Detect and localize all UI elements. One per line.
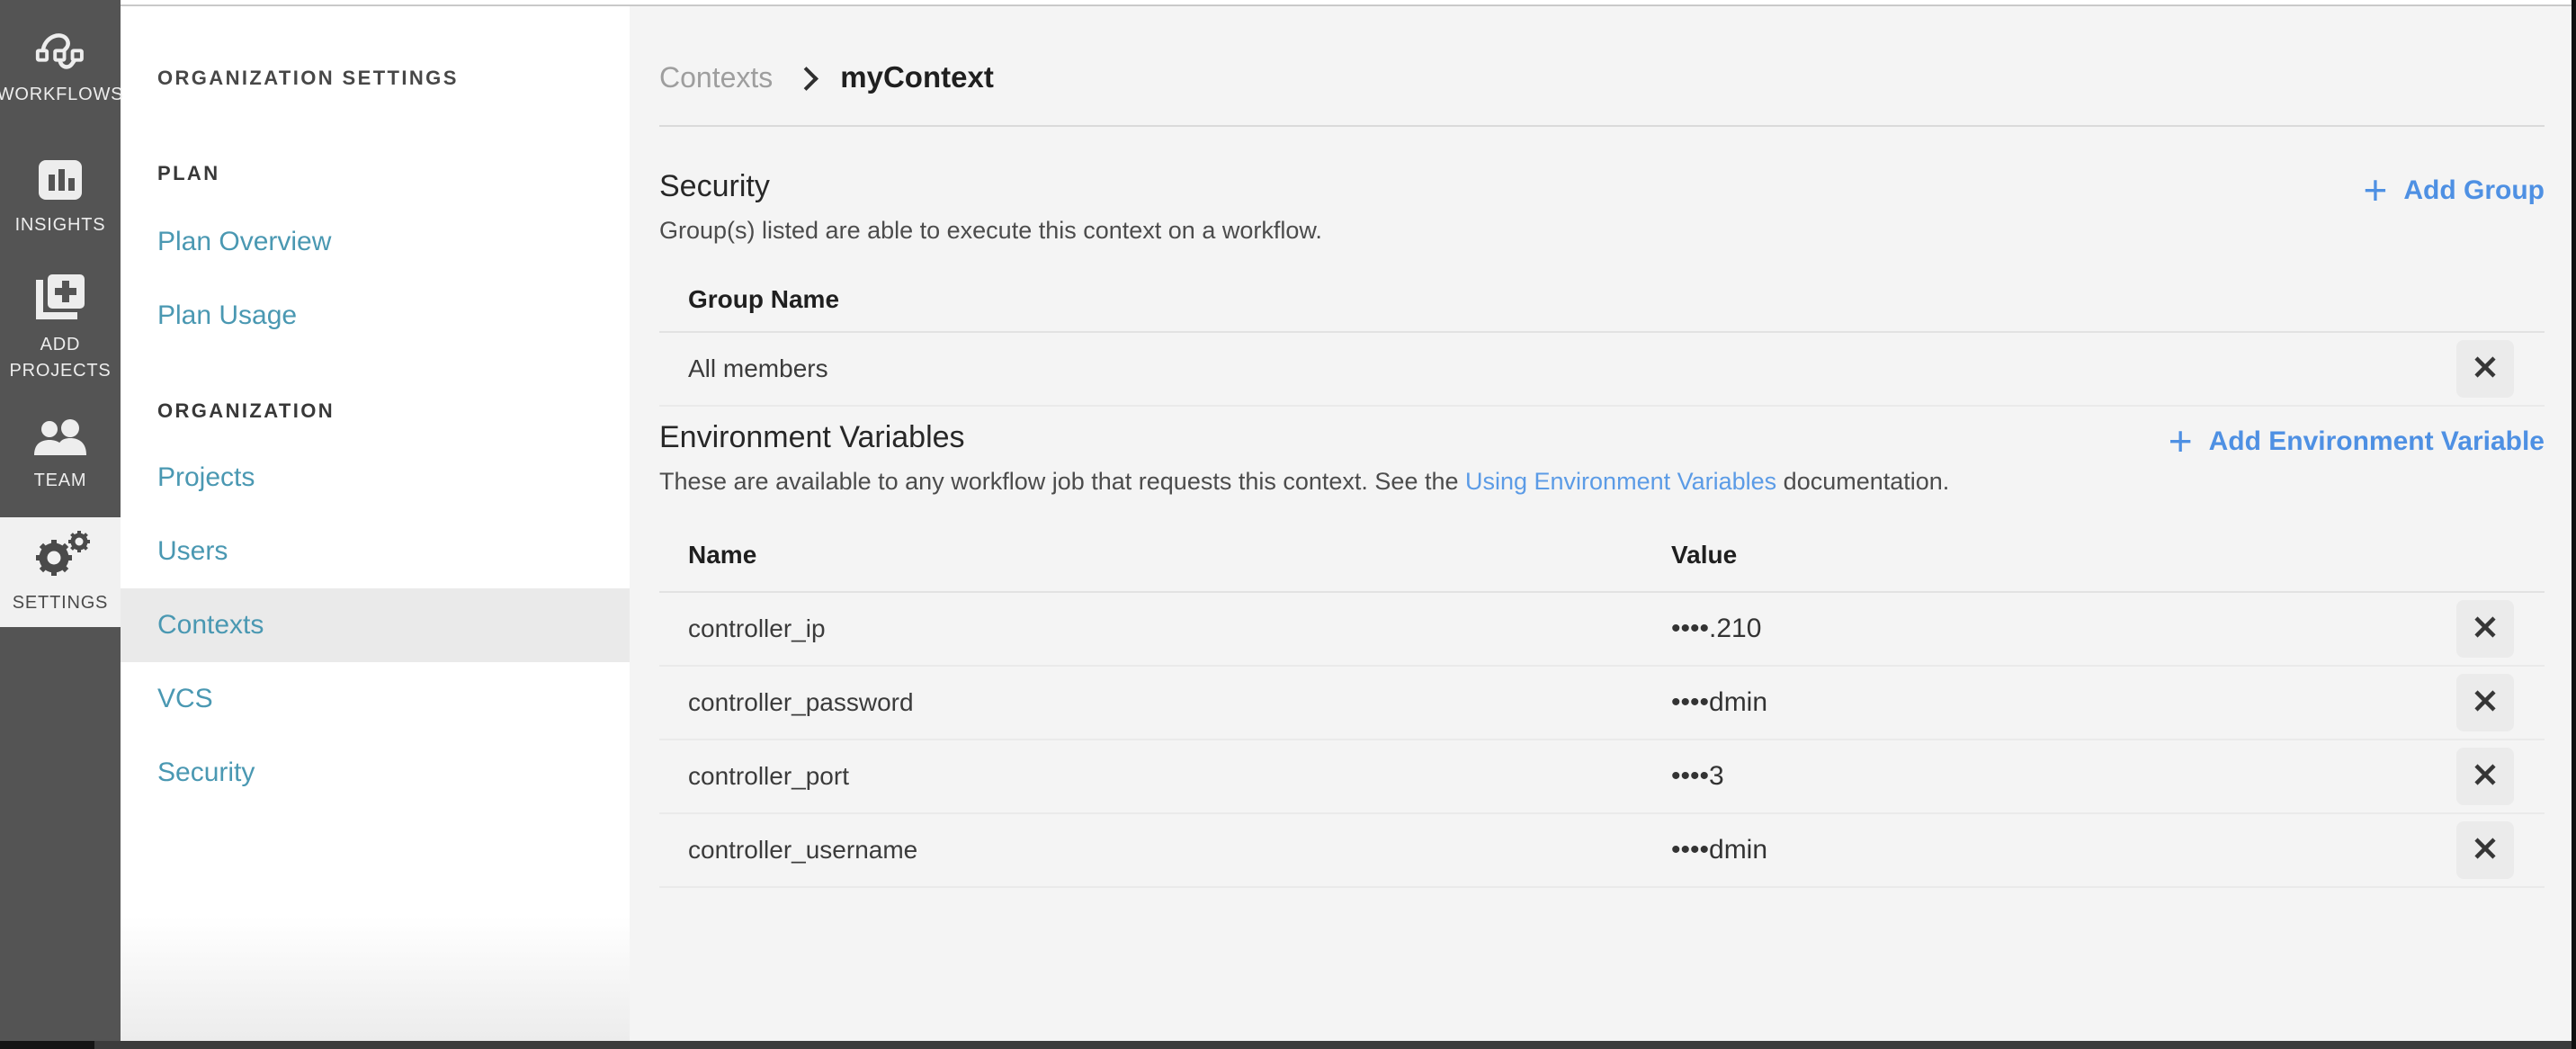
sidebar-item-label: SETTINGS — [12, 592, 109, 613]
env-table-header: Name Value — [659, 519, 2545, 593]
window-bottom-edge — [0, 1041, 2576, 1049]
env-var-row: controller_username ••••dmin — [659, 814, 2545, 888]
env-section-header: Environment Variables These are availabl… — [659, 419, 2545, 496]
close-icon — [2473, 762, 2498, 790]
sidebar-item-label: ADD PROJECTS — [9, 335, 112, 381]
sidebar-item-label: WORKFLOWS — [0, 84, 124, 104]
env-description-prefix: These are available to any workflow job … — [659, 467, 1465, 495]
nav-link-plan-usage[interactable]: Plan Usage — [121, 279, 630, 353]
env-var-name: controller_username — [688, 835, 918, 864]
env-var-name: controller_port — [688, 761, 849, 790]
group-name-header: Group Name — [688, 284, 840, 313]
sidebar-item-settings[interactable]: SETTINGS — [0, 517, 121, 627]
sidebar-item-add-projects[interactable]: ADD PROJECTS — [0, 261, 121, 396]
sidebar-item-label: TEAM — [33, 471, 87, 490]
app-icon-sidebar: WORKFLOWS INSIGHTS ADD PROJECTS TEAM SET… — [0, 0, 124, 1041]
insights-icon — [37, 158, 84, 202]
nav-link-users[interactable]: Users — [121, 515, 630, 588]
breadcrumb: Contexts myContext — [659, 60, 2545, 94]
settings-icon — [29, 529, 92, 579]
using-env-vars-link[interactable]: Using Environment Variables — [1465, 468, 1776, 495]
window-bottom-edge-dark — [0, 1041, 94, 1049]
breadcrumb-divider — [659, 125, 2545, 127]
add-group-label: Add Group — [2403, 175, 2545, 205]
sidebar-item-team[interactable]: TEAM — [0, 396, 121, 517]
add-env-var-button[interactable]: + Add Environment Variable — [2169, 419, 2545, 462]
env-var-value: ••••.210 — [1671, 613, 1762, 643]
nav-link-projects[interactable]: Projects — [121, 441, 630, 515]
nav-section-organization: ORGANIZATION — [157, 399, 335, 422]
group-name-cell: All members — [688, 354, 828, 382]
env-var-row: controller_ip ••••.210 — [659, 593, 2545, 667]
env-vars-table: Name Value controller_ip ••••.210 contro… — [659, 519, 2545, 888]
env-heading-block: Environment Variables These are availabl… — [659, 419, 1949, 496]
nav-link-vcs[interactable]: VCS — [121, 662, 630, 736]
close-icon — [2473, 836, 2498, 864]
env-description-suffix: documentation. — [1776, 467, 1950, 495]
env-var-value: ••••dmin — [1671, 834, 1768, 865]
env-description: These are available to any workflow job … — [659, 468, 1949, 496]
value-column-header: Value — [1671, 540, 1738, 569]
name-column-header: Name — [688, 540, 757, 569]
env-title: Environment Variables — [659, 419, 965, 454]
remove-env-var-button[interactable] — [2456, 599, 2514, 658]
nav-link-contexts[interactable]: Contexts — [121, 588, 630, 662]
security-description: Group(s) listed are able to execute this… — [659, 216, 1322, 244]
top-divider — [121, 0, 2572, 6]
groups-table: Group Name All members — [659, 268, 2545, 407]
window-right-edge — [2572, 0, 2576, 1049]
workflows-icon — [32, 28, 88, 71]
env-var-row: controller_password ••••dmin — [659, 667, 2545, 740]
sidebar-item-label: INSIGHTS — [14, 214, 106, 235]
breadcrumb-contexts-link[interactable]: Contexts — [659, 61, 773, 94]
main-content: Contexts myContext Security Group(s) lis… — [630, 6, 2572, 1041]
remove-env-var-button[interactable] — [2456, 820, 2514, 879]
nav-title: ORGANIZATION SETTINGS — [157, 67, 459, 89]
chevron-right-icon — [794, 66, 819, 91]
sidebar-item-workflows[interactable]: WORKFLOWS — [0, 0, 124, 135]
env-var-row: controller_port ••••3 — [659, 740, 2545, 814]
nav-link-plan-overview[interactable]: Plan Overview — [121, 205, 630, 279]
add-env-var-label: Add Environment Variable — [2208, 426, 2545, 456]
nav-link-security[interactable]: Security — [121, 736, 630, 810]
breadcrumb-current: myContext — [840, 60, 994, 94]
close-icon — [2473, 688, 2498, 716]
remove-env-var-button[interactable] — [2456, 747, 2514, 805]
env-var-value: ••••dmin — [1671, 686, 1768, 717]
nav-section-plan: PLAN — [157, 162, 220, 184]
app-window: WORKFLOWS INSIGHTS ADD PROJECTS TEAM SET… — [0, 0, 2576, 1049]
remove-group-button[interactable] — [2456, 339, 2514, 398]
team-icon — [32, 419, 88, 457]
close-icon — [2473, 614, 2498, 642]
sidebar-item-insights[interactable]: INSIGHTS — [0, 135, 121, 261]
settings-nav-sidebar: ORGANIZATION SETTINGS PLAN Plan Overview… — [121, 0, 630, 1041]
close-icon — [2473, 354, 2498, 382]
env-var-value: ••••3 — [1671, 760, 1724, 791]
group-row: All members — [659, 333, 2545, 407]
groups-table-header: Group Name — [659, 268, 2545, 333]
remove-env-var-button[interactable] — [2456, 673, 2514, 731]
security-heading-block: Security Group(s) listed are able to exe… — [659, 168, 1322, 245]
env-var-name: controller_ip — [688, 614, 826, 642]
env-var-name: controller_password — [688, 687, 914, 716]
add-projects-icon — [34, 273, 86, 321]
security-section-header: Security Group(s) listed are able to exe… — [659, 168, 2545, 245]
add-group-button[interactable]: + Add Group — [2363, 168, 2545, 211]
security-title: Security — [659, 169, 770, 203]
